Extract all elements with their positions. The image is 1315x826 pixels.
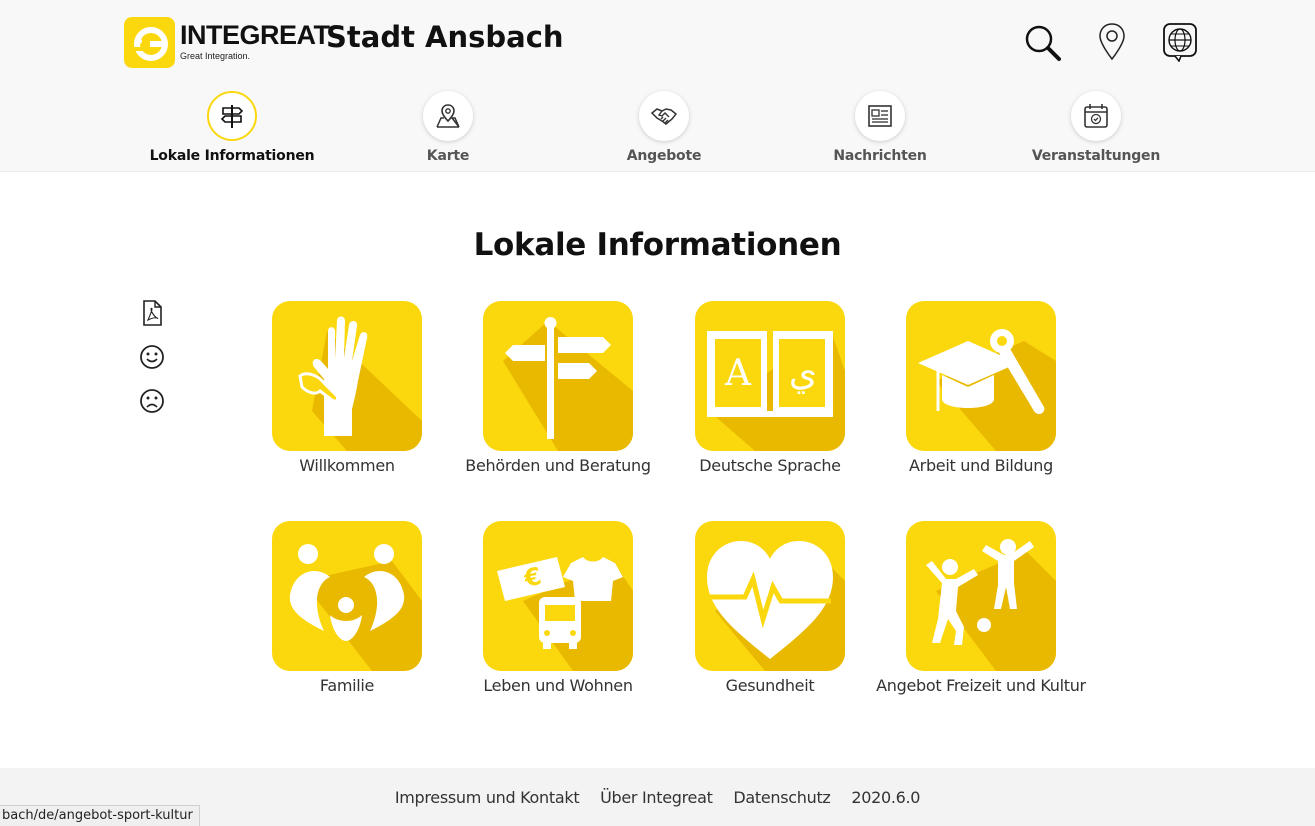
version-label: 2020.6.0 <box>851 788 921 807</box>
tab-angebote[interactable]: Angebote <box>556 91 772 171</box>
signpost-icon <box>483 301 633 451</box>
footer-link-impressum[interactable]: Impressum und Kontakt <box>395 788 580 807</box>
footer-link-datenschutz[interactable]: Datenschutz <box>733 788 830 807</box>
tile-label: Deutsche Sprache <box>699 456 841 475</box>
category-behoerden-und-beratung[interactable]: Behörden und Beratung <box>452 301 664 476</box>
category-leben-und-wohnen[interactable]: € Leben und Wohnen <box>452 521 664 696</box>
svg-text:A: A <box>724 353 752 394</box>
living-icon: € <box>483 521 633 671</box>
svg-text:ي: ي <box>789 353 817 394</box>
tile-label: Leben und Wohnen <box>483 676 633 695</box>
tile-label: Willkommen <box>299 456 395 475</box>
hand-icon <box>272 301 422 451</box>
main-navigation: Lokale Informationen Karte Angebote Nach… <box>124 91 1204 171</box>
nav-label: Angebote <box>626 148 702 164</box>
tile-label: Gesundheit <box>725 676 815 695</box>
tile-label: Arbeit und Bildung <box>909 456 1053 475</box>
logo-tagline: Great Integration. <box>180 51 251 61</box>
nav-label: Lokale Informationen <box>149 148 315 164</box>
tile-label: Familie <box>319 676 375 695</box>
footer-link-ueber-integreat[interactable]: Über Integreat <box>600 788 713 807</box>
tab-lokale-informationen[interactable]: Lokale Informationen <box>124 91 340 171</box>
newspaper-icon <box>855 91 905 141</box>
search-icon[interactable] <box>1022 22 1062 62</box>
heart-icon <box>695 521 845 671</box>
tile-label: Angebot Freizeit und Kultur <box>876 676 1086 695</box>
book-icon: A ي <box>695 301 845 451</box>
header: INTEGREAT Great Integration. Stadt Ansba… <box>0 0 1315 172</box>
calendar-icon <box>1071 91 1121 141</box>
category-willkommen[interactable]: Willkommen <box>241 301 453 476</box>
signpost-icon <box>207 91 257 141</box>
language-icon[interactable] <box>1160 22 1200 62</box>
leisure-icon <box>906 521 1056 671</box>
city-title: Stadt Ansbach <box>326 20 564 54</box>
category-arbeit-und-bildung[interactable]: Arbeit und Bildung <box>875 301 1087 476</box>
category-familie[interactable]: Familie <box>241 521 453 696</box>
pdf-icon[interactable] <box>137 298 167 328</box>
nav-label: Nachrichten <box>833 148 927 164</box>
smiley-happy-icon[interactable] <box>137 342 167 372</box>
page-title: Lokale Informationen <box>473 227 842 263</box>
location-icon[interactable] <box>1092 22 1132 62</box>
tile-label: Behörden und Beratung <box>465 456 651 475</box>
integreat-logo[interactable]: INTEGREAT Great Integration. <box>124 17 330 69</box>
category-gesundheit[interactable]: Gesundheit <box>664 521 876 696</box>
tab-veranstaltungen[interactable]: Veranstaltungen <box>988 91 1204 171</box>
tab-nachrichten[interactable]: Nachrichten <box>772 91 988 171</box>
status-bar-url: bach/de/angebot-sport-kultur <box>0 805 200 826</box>
category-angebot-freizeit-und-kultur[interactable]: Angebot Freizeit und Kultur <box>875 521 1087 696</box>
handshake-icon <box>639 91 689 141</box>
family-icon <box>272 521 422 671</box>
logo-badge <box>124 17 175 68</box>
nav-label: Karte <box>426 148 470 164</box>
map-icon <box>423 91 473 141</box>
nav-label: Veranstaltungen <box>1031 148 1161 164</box>
category-deutsche-sprache[interactable]: A ي Deutsche Sprache <box>664 301 876 476</box>
smiley-sad-icon[interactable] <box>137 386 167 416</box>
tab-karte[interactable]: Karte <box>340 91 556 171</box>
logo-wordmark: INTEGREAT <box>180 20 330 50</box>
graduation-tools-icon <box>906 301 1056 451</box>
